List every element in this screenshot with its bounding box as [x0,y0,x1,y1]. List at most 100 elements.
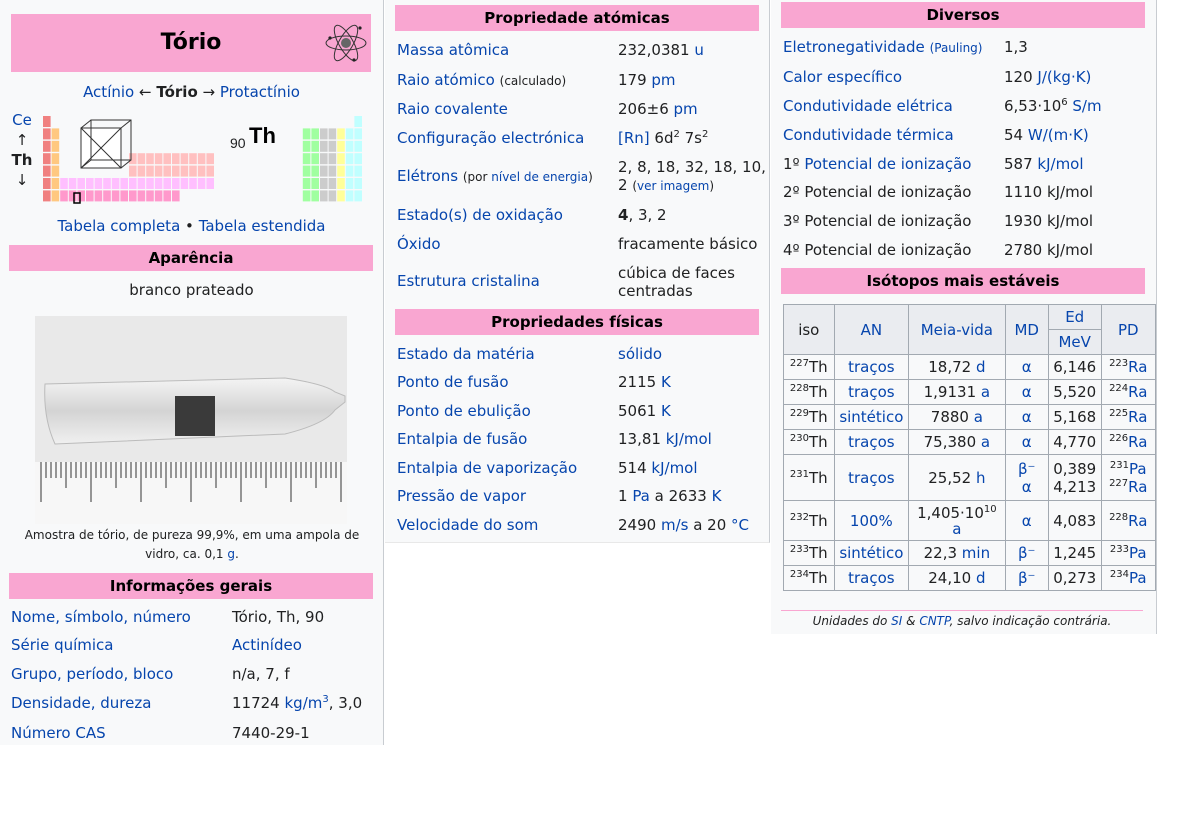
chemical-series-value-link[interactable]: Actinídeo [232,636,302,654]
gram-link[interactable]: g [227,547,235,561]
kjmol-link-2[interactable]: kJ/mol [651,459,697,477]
isotope-decay-mode[interactable]: α [1004,354,1049,380]
celsius-link[interactable]: °C [731,516,749,534]
col-decay-energy[interactable]: Ed [1047,304,1102,330]
isotope-decay-mode[interactable]: β⁻ α [1004,454,1049,501]
isotope-abundance[interactable]: sintético [833,404,910,430]
ion1-unit-link[interactable]: kJ/mol [1037,155,1083,173]
boiling-point-link[interactable]: Ponto de ebulição [397,402,531,420]
pauling-link[interactable]: (Pauling) [930,41,983,55]
cas-number-link[interactable]: Número CAS [11,724,106,742]
decay-mode-value[interactable]: α [1022,512,1032,530]
isotope-decay-mode[interactable]: β⁻ [1004,565,1049,591]
electron-config-link[interactable]: Configuração electrónica [397,129,584,147]
heat-unit-link[interactable]: J/(kg·K) [1037,68,1091,86]
ms-link[interactable]: m/s [661,516,688,534]
thorium-sample-photo[interactable] [35,316,347,524]
isotope-decay-product[interactable]: 224Ra [1100,379,1157,405]
product-element[interactable]: Pa [1129,569,1147,587]
atomic-mass-unit-link[interactable]: u [694,41,704,59]
decay-mode-link[interactable]: MD [1014,321,1039,339]
isotope-decay-mode[interactable]: α [1004,500,1049,541]
covalent-radius-unit-link[interactable]: pm [674,100,698,118]
isotope-decay-product[interactable]: 225Ra [1100,404,1157,430]
abundance-value[interactable]: traços [848,358,894,376]
vapor-pressure-link[interactable]: Pressão de vapor [397,487,526,505]
half-life-unit[interactable]: d [976,358,986,376]
half-life-unit[interactable]: a [974,408,983,426]
col-decay-product[interactable]: PD [1100,304,1157,355]
name-symbol-number-link[interactable]: Nome, símbolo, número [11,608,191,626]
mev-link[interactable]: MeV [1058,333,1090,351]
isotope-abundance[interactable]: traços [833,565,910,591]
si-link[interactable]: SI [891,614,902,628]
product-element[interactable]: Ra [1128,433,1147,451]
isotope-abundance[interactable]: traços [833,454,910,501]
isotope-abundance[interactable]: traços [833,379,910,405]
isotope-decay-product[interactable]: 226Ra [1100,429,1157,455]
half-life-unit[interactable]: a [981,383,990,401]
isotope-decay-product[interactable]: 228Ra [1100,500,1157,541]
isotope-abundance[interactable]: 100% [833,500,910,541]
isotope-decay-product[interactable]: 223Ra [1100,354,1157,380]
decay-mode-value[interactable]: α [1022,433,1032,451]
density-hardness-link[interactable]: Densidade, dureza [11,694,151,712]
half-life-unit[interactable]: h [976,469,986,487]
electronegativity-link[interactable]: Eletronegatividade [783,38,925,56]
decay-mode-value[interactable]: β⁻ [1018,460,1036,478]
decay-product-link[interactable]: PD [1118,321,1139,339]
isotope-abundance[interactable]: traços [833,429,910,455]
thermal-conductivity-link[interactable]: Condutividade térmica [783,126,954,144]
isotope-decay-mode[interactable]: α [1004,404,1049,430]
decay-mode-value[interactable]: α [1022,358,1032,376]
group-period-block-link[interactable]: Grupo, período, bloco [11,665,173,683]
atomic-mass-link[interactable]: Massa atômica [397,41,509,59]
siemens-link[interactable]: S/m [1068,97,1101,115]
state-value-link[interactable]: sólido [618,345,662,363]
product-element[interactable]: Pa [1129,544,1147,562]
isotope-decay-product[interactable]: 234Pa [1100,565,1157,591]
product-element[interactable]: Ra [1128,358,1147,376]
crystal-structure-link[interactable]: Estrutura cristalina [397,272,540,290]
decay-energy-link[interactable]: Ed [1065,308,1084,326]
isotope-decay-mode[interactable]: α [1004,429,1049,455]
atomic-radius-unit-link[interactable]: pm [651,71,675,89]
decay-mode-value[interactable]: β⁻ [1018,544,1036,562]
half-life-unit[interactable]: min [962,544,990,562]
isotope-abundance[interactable]: sintético [833,540,910,566]
oxide-link[interactable]: Óxido [397,235,441,253]
abundance-value[interactable]: traços [848,469,894,487]
half-life-unit[interactable]: a [952,520,961,538]
decay-mode-value[interactable]: α [1022,408,1032,426]
isotope-decay-product[interactable]: 231Pa 227Ra [1100,454,1157,501]
chemical-series-link[interactable]: Série química [11,636,114,654]
product-element[interactable]: Ra [1128,383,1147,401]
atomic-radius-link[interactable]: Raio atómico [397,71,495,89]
electric-conductivity-link[interactable]: Condutividade elétrica [783,97,953,115]
abundance-link[interactable]: AN [861,321,882,339]
tcond-unit-link[interactable]: W/(m·K) [1028,126,1089,144]
product-element[interactable]: Ra [1128,512,1147,530]
fusion-enthalpy-link[interactable]: Entalpia de fusão [397,430,527,448]
radon-link[interactable]: [Rn] [618,129,650,147]
isotope-abundance[interactable]: traços [833,354,910,380]
col-half-life[interactable]: Meia-vida [908,304,1006,355]
decay-mode-value-2[interactable]: α [1022,478,1032,496]
state-of-matter-link[interactable]: Estado da matéria [397,345,535,363]
view-image-link[interactable]: ver imagem [637,179,709,193]
electrons-link[interactable]: Elétrons [397,167,458,185]
half-life-link[interactable]: Meia-vida [921,321,993,339]
density-unit-link[interactable]: kg/m3 [285,694,329,712]
product-element[interactable]: Pa [1129,460,1147,478]
specific-heat-link[interactable]: Calor específico [783,68,902,86]
pascal-link[interactable]: Pa [632,487,650,505]
product-element[interactable]: Ra [1128,408,1147,426]
abundance-value[interactable]: 100% [850,512,893,530]
col-abundance[interactable]: AN [833,304,910,355]
isotope-decay-mode[interactable]: β⁻ [1004,540,1049,566]
covalent-radius-link[interactable]: Raio covalente [397,100,508,118]
prev-element-link[interactable]: Actínio [83,83,134,101]
speed-of-sound-link[interactable]: Velocidade do som [397,516,538,534]
abundance-value[interactable]: traços [848,383,894,401]
isotope-decay-mode[interactable]: α [1004,379,1049,405]
